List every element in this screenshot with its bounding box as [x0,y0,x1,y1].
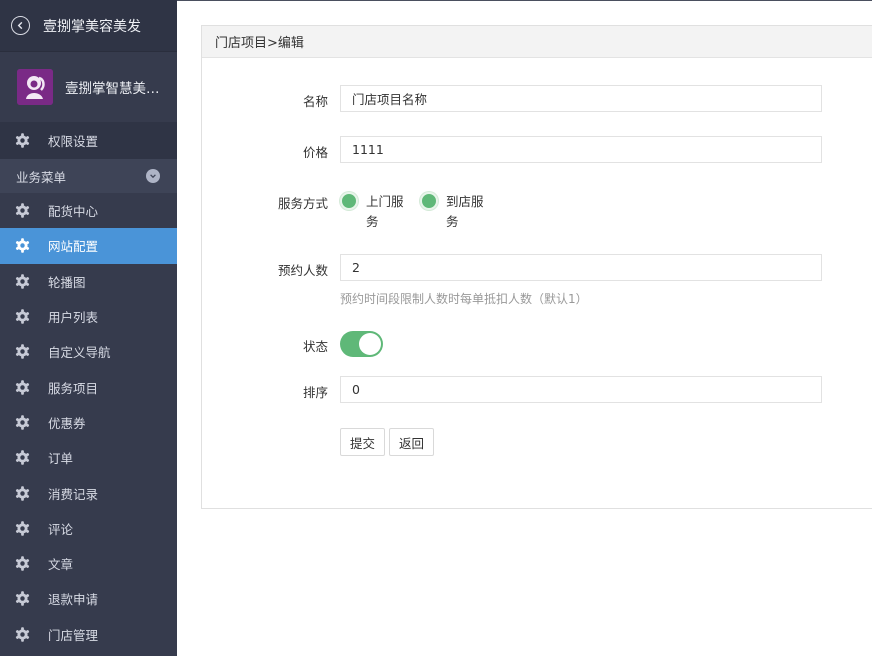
profile-name: 壹捌掌智慧美容... [65,81,171,97]
sidebar-menu: 配货中心网站配置轮播图用户列表自定义导航服务项目优惠券订单消费记录评论文章退款申… [0,193,177,652]
gear-icon [15,450,30,465]
service-radio-group: 上门服务 到店服务 [340,192,500,232]
name-label: 名称 [302,94,328,109]
section-label: 业务菜单 [16,169,67,185]
sidebar: 壹捌掌美容美发 壹捌掌智慧美容... 权限设置 业务菜单 配货中心网站配置轮播图… [0,0,177,656]
sidebar-item-label: 评论 [48,521,74,537]
gear-icon [15,133,30,148]
sort-label: 排序 [302,385,328,400]
sidebar-item-label: 消费记录 [48,486,99,502]
radio-store-service[interactable]: 到店服务 [420,192,486,232]
submit-button[interactable]: 提交 [340,428,385,456]
booking-hint: 预约时间段限制人数时每单抵扣人数（默认1） [340,292,588,306]
sidebar-item[interactable]: 自定义导航 [0,334,177,370]
radio-label: 到店服务 [446,194,484,229]
gear-icon [15,626,30,642]
sidebar-item[interactable]: 门店管理 [0,616,177,652]
back-icon[interactable] [11,16,30,35]
sidebar-item[interactable]: 评论 [0,510,177,546]
gear-icon [15,238,30,254]
price-label: 价格 [302,145,328,160]
sidebar-section-business[interactable]: 业务菜单 [0,159,177,193]
gear-icon [15,415,30,430]
sidebar-header: 壹捌掌美容美发 [0,0,177,52]
sort-input[interactable]: 0 [340,376,822,403]
sidebar-item-label: 订单 [48,451,74,467]
sidebar-item[interactable]: 配货中心 [0,193,177,229]
app-title: 壹捌掌美容美发 [43,18,141,35]
service-label: 服务方式 [277,196,328,211]
gear-icon [15,521,30,536]
toggle-knob [359,333,381,355]
price-input[interactable]: 1111 [340,136,822,163]
radio-home-service[interactable]: 上门服务 [340,192,406,232]
chevron-down-icon[interactable] [146,169,160,183]
sidebar-item[interactable]: 优惠券 [0,404,177,441]
sidebar-item-label: 轮播图 [48,274,86,290]
radio-label: 上门服务 [366,194,404,229]
sidebar-item-label: 文章 [48,557,74,573]
sidebar-item[interactable]: 服务项目 [0,369,177,405]
sidebar-item[interactable]: 退款申请 [0,581,177,617]
gear-icon [15,309,30,324]
sidebar-item[interactable]: 订单 [0,440,177,476]
sidebar-item-label: 自定义导航 [48,345,111,361]
gear-icon [15,556,30,571]
sidebar-item[interactable]: 用户列表 [0,298,177,335]
gear-icon [15,344,30,360]
radio-checked-icon [420,192,438,210]
sidebar-item-label: 优惠券 [48,415,86,431]
booking-label: 预约人数 [277,263,328,278]
sidebar-item-label: 退款申请 [48,592,99,608]
sidebar-item-label: 网站配置 [48,239,99,255]
gear-icon [15,591,30,607]
sidebar-item-label: 门店管理 [48,627,99,643]
sidebar-item[interactable]: 文章 [0,545,177,582]
sidebar-item-label: 权限设置 [48,134,99,149]
avatar [17,69,53,105]
gear-icon [15,203,30,218]
sidebar-item-permissions[interactable]: 权限设置 [0,122,177,159]
gear-icon [15,485,30,501]
sidebar-item-label: 配货中心 [48,204,99,220]
gear-icon [15,379,30,395]
breadcrumb: 门店项目>编辑 [202,26,872,58]
top-divider [177,0,872,1]
radio-checked-icon [340,192,358,210]
gear-icon [15,274,30,289]
sidebar-item-label: 服务项目 [48,380,99,396]
edit-panel: 门店项目>编辑 名称 门店项目名称 价格 1111 服务方式 上门服务 到店服务… [201,25,872,509]
sidebar-item[interactable]: 消费记录 [0,475,177,511]
sidebar-item[interactable]: 轮播图 [0,263,177,299]
status-label: 状态 [302,339,328,354]
profile[interactable]: 壹捌掌智慧美容... [0,52,177,122]
back-button[interactable]: 返回 [389,428,434,456]
sidebar-item-label: 用户列表 [48,310,99,326]
name-input[interactable]: 门店项目名称 [340,85,822,112]
status-toggle[interactable] [340,331,383,357]
booking-input[interactable]: 2 [340,254,822,281]
sidebar-item[interactable]: 网站配置 [0,228,177,264]
